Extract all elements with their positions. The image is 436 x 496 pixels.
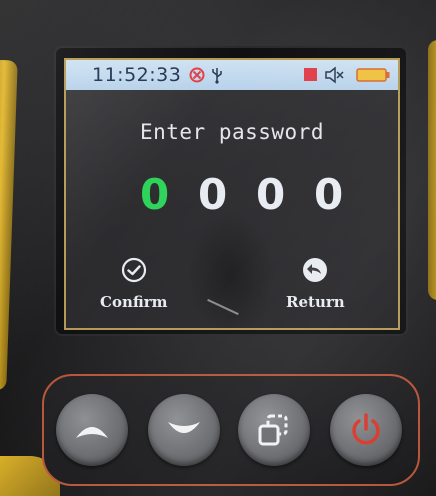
screen-reflection [186,210,276,328]
battery-icon [356,68,390,82]
power-button[interactable] [330,394,402,466]
chevron-up-icon [76,427,108,438]
switch-button[interactable] [238,394,310,466]
down-button[interactable] [148,394,220,466]
status-bar: 11:52:33 [66,60,398,90]
device-housing-right [428,40,436,300]
no-signal-icon [189,67,205,83]
device-body: 11:52:33 Enter password 0 0 0 0 Confirm … [0,0,436,496]
switch-squares-icon [258,414,288,446]
device-housing-left [0,59,18,391]
password-digit-3[interactable]: 0 [256,170,314,219]
return-softkey[interactable]: Return [286,257,345,311]
password-digits[interactable]: 0 0 0 0 [140,170,372,219]
chevron-down-icon [168,422,200,433]
clock-time: 11:52:33 [92,64,182,86]
password-digit-2[interactable]: 0 [198,170,256,219]
password-digit-4[interactable]: 0 [314,170,372,219]
return-label: Return [286,293,345,311]
confirm-label: Confirm [100,293,168,311]
usb-icon [212,68,223,84]
power-icon [352,413,380,445]
display-screen: 11:52:33 Enter password 0 0 0 0 Confirm … [64,58,400,330]
up-button[interactable] [56,394,128,466]
mute-icon [325,66,344,84]
password-prompt: Enter password [139,120,324,144]
screen-scratch [207,298,239,316]
password-digit-1[interactable]: 0 [140,170,198,219]
confirm-softkey[interactable]: Confirm [100,257,168,311]
record-icon [304,68,317,81]
check-circle-icon [121,257,146,283]
return-arrow-icon [303,258,328,282]
